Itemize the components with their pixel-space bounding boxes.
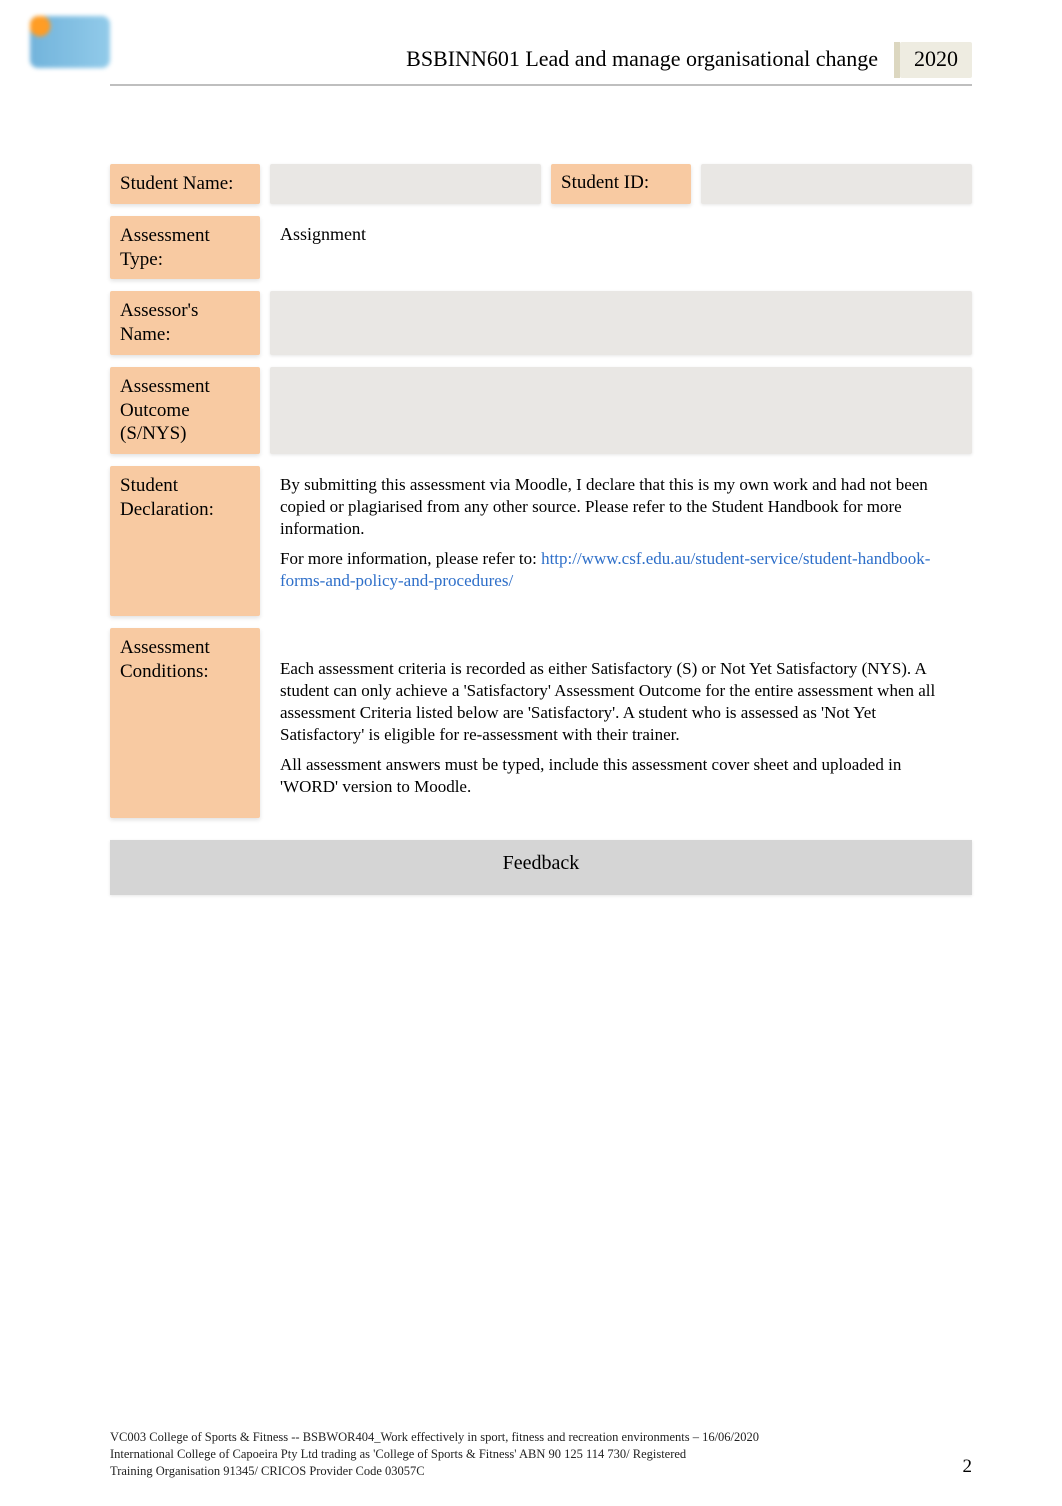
conditions-paragraph-2: All assessment answers must be typed, in…: [280, 754, 962, 798]
cover-sheet-form: Student Name: Student ID: Assessment Typ…: [110, 164, 972, 895]
row-assessment-type: Assessment Type: Assignment: [110, 216, 972, 280]
footer-line-2: International College of Capoeira Pty Lt…: [110, 1446, 759, 1463]
label-assessment-outcome: Assessment Outcome (S/NYS): [110, 367, 260, 454]
label-assessor-name: Assessor's Name:: [110, 291, 260, 355]
conditions-paragraph-1: Each assessment criteria is recorded as …: [280, 658, 962, 746]
value-student-id[interactable]: [701, 164, 972, 204]
header: BSBINN601 Lead and manage organisational…: [110, 42, 972, 86]
value-student-declaration: By submitting this assessment via Moodle…: [270, 466, 972, 616]
brand-logo: [30, 16, 110, 68]
label-student-declaration: Student Declaration:: [110, 466, 260, 616]
year-badge: 2020: [900, 42, 972, 78]
label-assessment-type: Assessment Type:: [110, 216, 260, 280]
value-assessment-outcome[interactable]: [270, 367, 972, 454]
label-student-name: Student Name:: [110, 164, 260, 204]
footer-line-3: Training Organisation 91345/ CRICOS Prov…: [110, 1463, 759, 1480]
page-number: 2: [963, 1454, 973, 1480]
unit-title: BSBINN601 Lead and manage organisational…: [406, 46, 878, 72]
row-assessment-conditions: Assessment Conditions: Each assessment c…: [110, 628, 972, 818]
row-assessor-name: Assessor's Name:: [110, 291, 972, 355]
declaration-link-prefix: For more information, please refer to:: [280, 549, 541, 568]
footer-text: VC003 College of Sports & Fitness -- BSB…: [110, 1429, 759, 1480]
row-student: Student Name: Student ID:: [110, 164, 972, 204]
label-assessment-conditions: Assessment Conditions:: [110, 628, 260, 818]
footer: VC003 College of Sports & Fitness -- BSB…: [110, 1429, 972, 1480]
value-assessment-conditions: Each assessment criteria is recorded as …: [270, 628, 972, 818]
feedback-heading: Feedback: [110, 840, 972, 895]
footer-line-1: VC003 College of Sports & Fitness -- BSB…: [110, 1429, 759, 1446]
row-assessment-outcome: Assessment Outcome (S/NYS): [110, 367, 972, 454]
value-assessment-type: Assignment: [270, 216, 972, 280]
page: BSBINN601 Lead and manage organisational…: [0, 0, 1062, 1506]
declaration-paragraph-2: For more information, please refer to: h…: [280, 548, 962, 592]
row-student-declaration: Student Declaration: By submitting this …: [110, 466, 972, 616]
declaration-paragraph-1: By submitting this assessment via Moodle…: [280, 474, 962, 540]
value-student-name[interactable]: [270, 164, 541, 204]
label-student-id: Student ID:: [551, 164, 691, 204]
value-assessor-name[interactable]: [270, 291, 972, 355]
